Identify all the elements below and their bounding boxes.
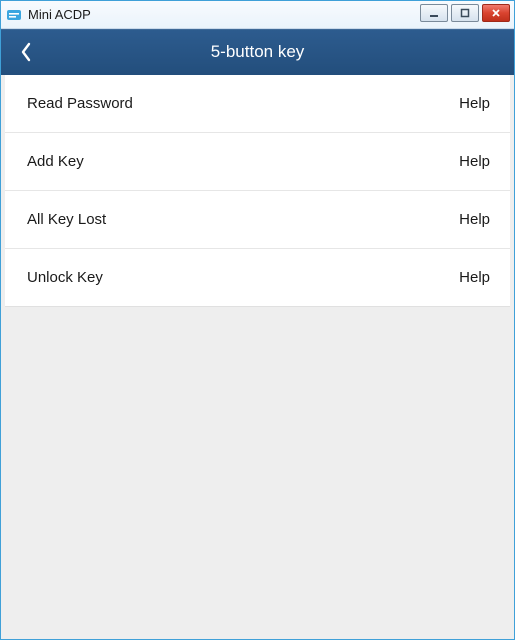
page-title: 5-button key	[1, 42, 514, 62]
app-icon	[6, 7, 22, 23]
menu-item-read-password[interactable]: Read Password Help	[5, 75, 510, 133]
help-link[interactable]: Help	[459, 95, 490, 112]
menu-list: Read Password Help Add Key Help All Key …	[5, 75, 510, 307]
chevron-left-icon	[19, 41, 33, 63]
minimize-button[interactable]	[420, 4, 448, 22]
help-link[interactable]: Help	[459, 269, 490, 286]
back-button[interactable]	[1, 29, 51, 75]
menu-item-label: All Key Lost	[27, 211, 106, 228]
menu-item-all-key-lost[interactable]: All Key Lost Help	[5, 191, 510, 249]
menu-item-label: Read Password	[27, 95, 133, 112]
close-button[interactable]	[482, 4, 510, 22]
menu-item-label: Add Key	[27, 153, 84, 170]
help-link[interactable]: Help	[459, 211, 490, 228]
menu-item-label: Unlock Key	[27, 269, 103, 286]
window-title: Mini ACDP	[28, 7, 91, 22]
menu-item-unlock-key[interactable]: Unlock Key Help	[5, 249, 510, 307]
window-titlebar: Mini ACDP	[1, 1, 514, 29]
maximize-button[interactable]	[451, 4, 479, 22]
nav-header: 5-button key	[1, 29, 514, 75]
menu-item-add-key[interactable]: Add Key Help	[5, 133, 510, 191]
window-controls	[420, 4, 510, 22]
content-area: Read Password Help Add Key Help All Key …	[1, 75, 514, 639]
help-link[interactable]: Help	[459, 153, 490, 170]
